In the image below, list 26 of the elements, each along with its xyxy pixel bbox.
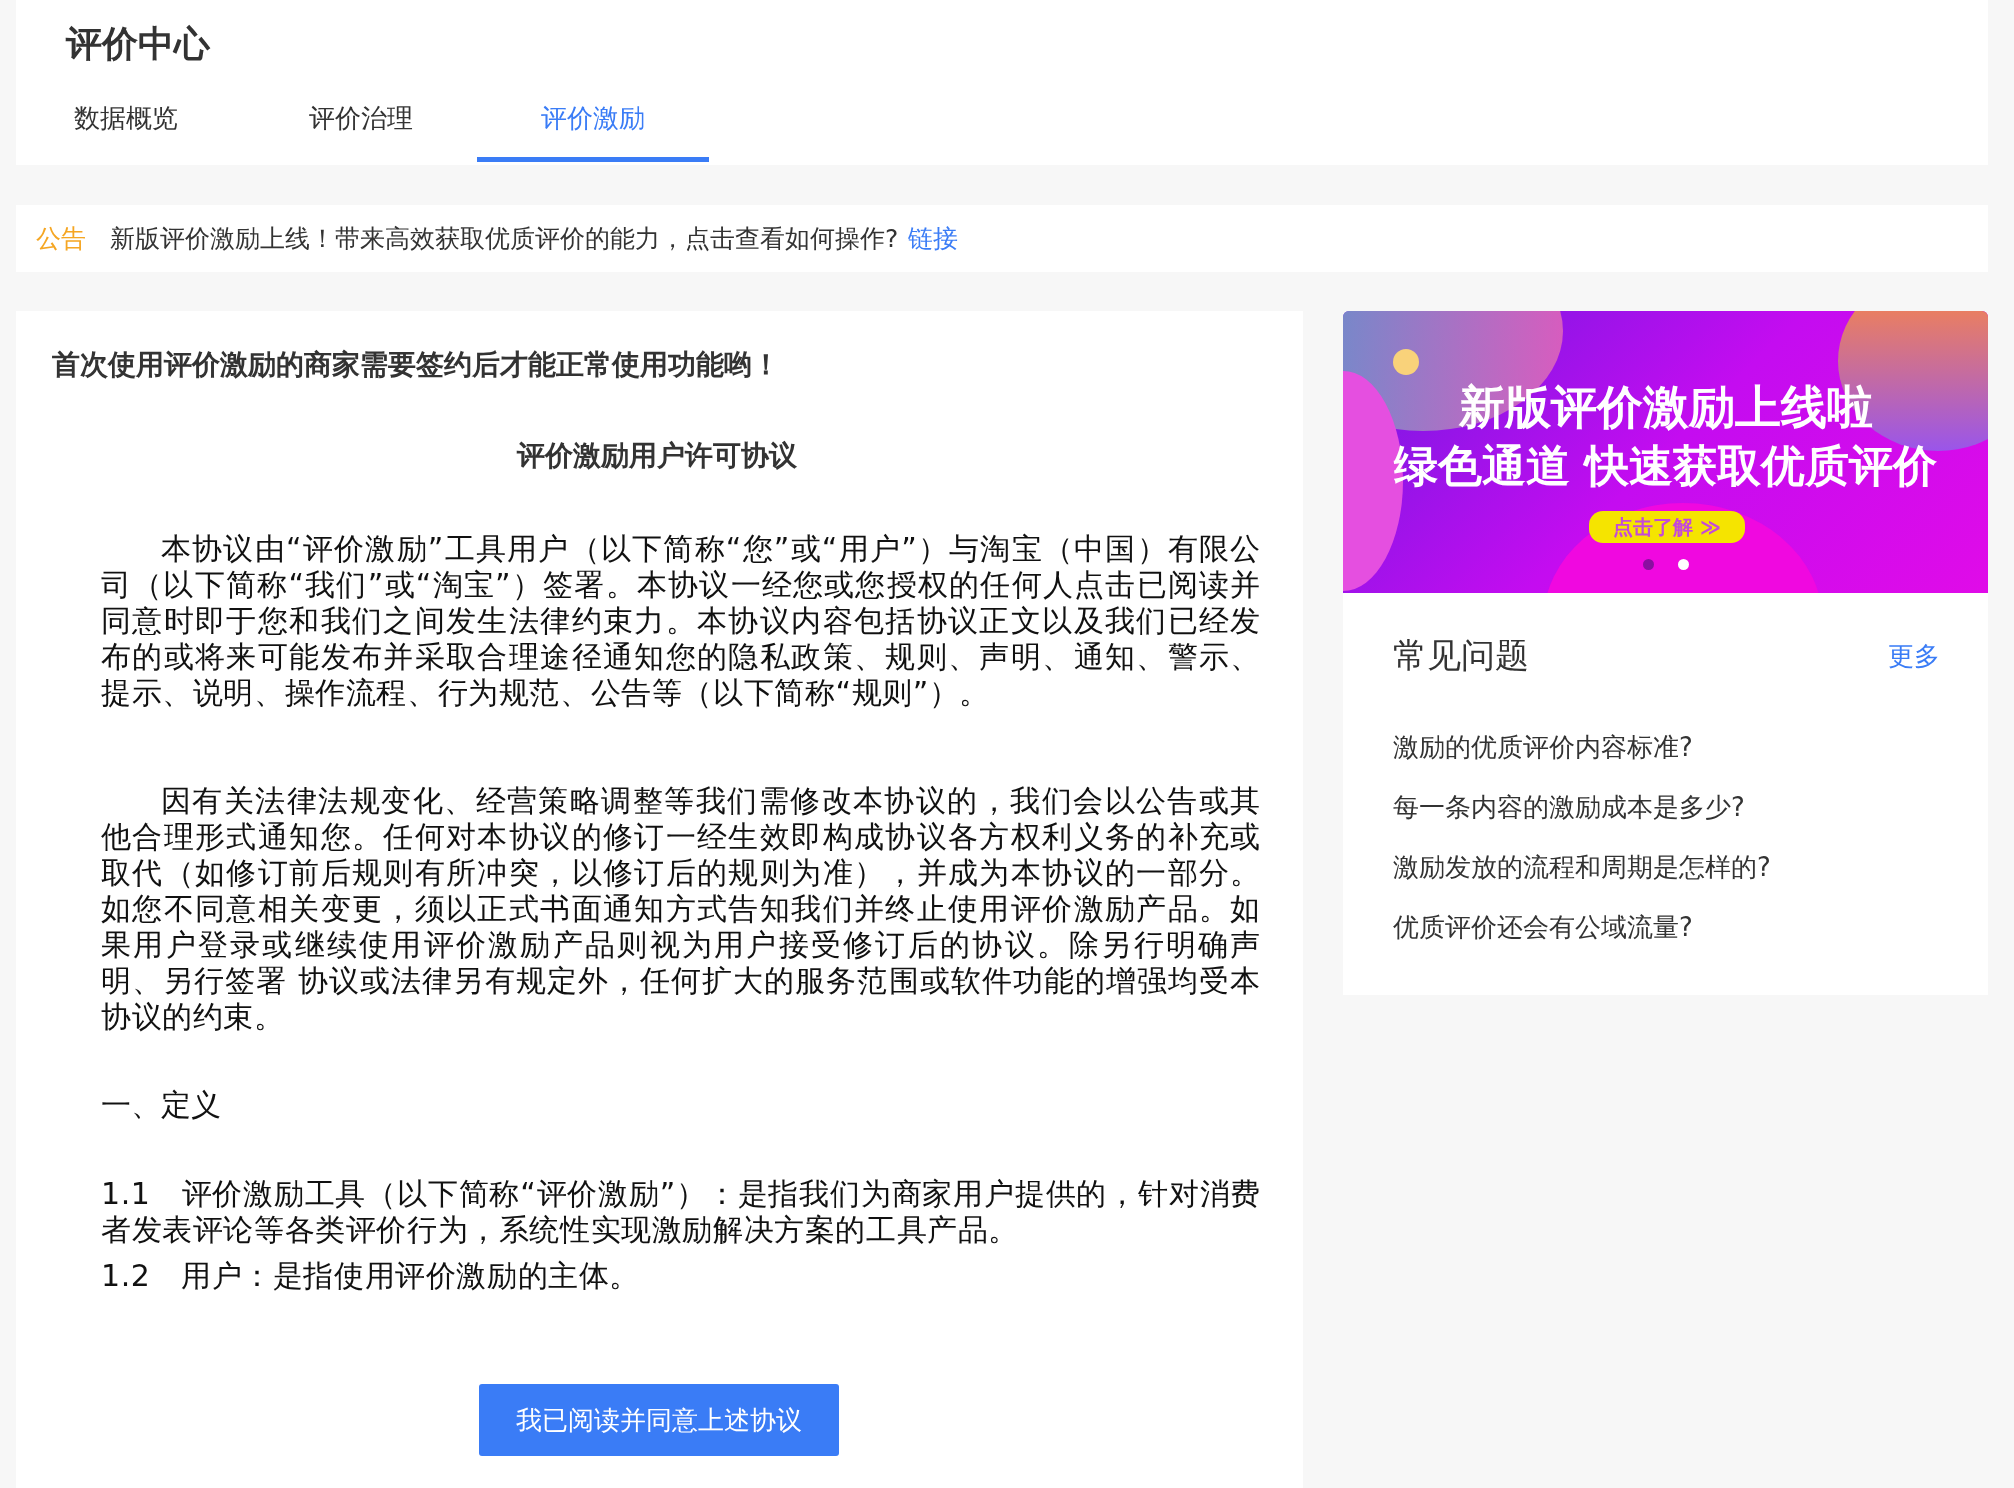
more-link[interactable]: 更多 [1888,638,1940,674]
agreement-title: 评价激励用户许可协议 [515,438,798,474]
notice-link[interactable]: 链接 [908,222,959,255]
clause-text: 1.1 评价激励工具（以下简称“评价激励”）：是指我们为商家用户提供的，针对消费者发表评论等各类评价行为，系统性实现激励解决方案的工具产品。 [101,1176,1261,1248]
agreement-paragraph: 因有关法律法规变化、经营策略调整等我们需修改本协议的，我们会以公告或其他合理形式通知您。任何对本协议的修订一经生效即构成协议各方权利义务的补充或取代（如修订前后规则有所冲突，以修订后的规则为准），并成为本协议的一部分。如您不同意相关变更，须以正式书面通知方式告知我们并终止使用评价激励产品。如果用户登录或继续使用评价激励产品则视为用户接受修订后的协议。除另行明确声明、另行签署 协议或法律另有规定外，任何扩大的服务范围或软件功能的增强均受本协议的约束。 [101,783,1261,1035]
faq-title: 常见问题 [1393,634,1529,677]
page-title: 评价中心 [66,22,211,66]
tab[interactable]: 评价治理 [245,90,477,162]
agree-button[interactable]: 我已阅读并同意上述协议 [479,1384,839,1456]
carousel-dot[interactable] [1643,559,1654,570]
agreement-paragraph: 本协议由“评价激励”工具用户（以下简称“您”或“用户”）与淘宝（中国）有限公司（以下简称“我们”或“淘宝”）签署。本协议一经您或您授权的任何人点击已阅读并同意时即于您和我们之间发生法律约束力。本协议内容包括协议正文以及我们已经发布的或将来可能发布并采取合理途径通知您的隐私政策、规则、声明、通知、警示、提示、说明、操作流程、行为规范、公告等（以下简称“规则”）。 [101,531,1261,711]
faq-link[interactable]: 每一条内容的激励成本是多少? [1393,789,1940,825]
section-heading: 一、定义 [101,1086,222,1124]
clause-text: 1.2 用户：是指使用评价激励的主体。 [101,1258,641,1294]
notice-text: 新版评价激励上线！带来高效获取优质评价的能力，点击查看如何操作? [110,223,899,255]
banner-subheadline: 绿色通道 快速获取优质评价 [1392,439,1939,493]
agreement-intro: 首次使用评价激励的商家需要签约后才能正常使用功能哟！ [52,347,781,383]
promo-banner[interactable]: 新版评价激励上线啦 绿色通道 快速获取优质评价 点击了解 ≫ [1343,311,1988,593]
faq-link[interactable]: 激励的优质评价内容标准? [1393,729,1940,765]
faq-link[interactable]: 优质评价还会有公域流量? [1393,909,1940,945]
carousel-dot[interactable] [1678,559,1689,570]
tab[interactable]: 数据概览 [62,90,245,162]
banner-headline: 新版评价激励上线啦 [1457,379,1874,436]
tab[interactable]: 评价激励 [477,90,709,162]
faq-link[interactable]: 激励发放的流程和周期是怎样的? [1393,849,1940,885]
notice-tag: 公告 [36,222,86,255]
